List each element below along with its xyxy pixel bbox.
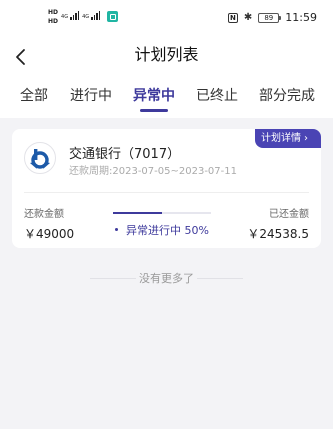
plan-detail-label: 计划详情 (261, 133, 301, 144)
nfc-icon: N (227, 12, 238, 23)
signal-icon: 4G (61, 11, 80, 20)
plan-detail-button[interactable]: 计划详情 › (255, 129, 321, 148)
status-dot-icon (115, 227, 119, 231)
repay-amount-label: 还款金额 (24, 209, 64, 220)
divider (24, 192, 309, 193)
repay-amount-value: ￥49000 (24, 227, 75, 241)
progress-bar (113, 212, 211, 214)
progress-fill (113, 212, 162, 214)
bank-logo-icon (24, 142, 56, 174)
status-progress-text: 异常进行中 50% (126, 224, 209, 237)
no-more-text: 没有更多了 (139, 272, 194, 285)
plan-card[interactable]: 计划详情 › 交通银行（7017） 还款周期:2023-07-05~2023-07… (12, 129, 321, 248)
status-bar-right: N ✱ 89 11:59 (227, 11, 317, 24)
hd-indicator-2: HD (48, 18, 59, 25)
status-bar-left: HD HD 4G 4G (48, 9, 119, 26)
tab-in-progress[interactable]: 进行中 (70, 86, 112, 106)
repayment-period: 还款周期:2023-07-05~2023-07-11 (69, 165, 237, 179)
bluetooth-icon: ✱ (243, 12, 253, 23)
tab-terminated[interactable]: 已终止 (196, 86, 238, 106)
nav-header: 计划列表 (0, 38, 333, 76)
network-type-1: 4G (61, 14, 69, 20)
status-bar: HD HD 4G 4G N ✱ 89 11:59 (0, 0, 333, 38)
tab-abnormal[interactable]: 异常中 (133, 86, 175, 106)
battery-icon: 89 (258, 12, 282, 23)
page-title: 计划列表 (134, 45, 199, 64)
period-value: 2023-07-05~2023-07-11 (112, 166, 237, 177)
hd-indicator-1: HD (48, 9, 59, 16)
signal-icon-2: 4G (82, 11, 101, 20)
chevron-right-icon: › (304, 133, 308, 144)
paid-amount-value: ￥24538.5 (247, 227, 309, 241)
tab-all[interactable]: 全部 (20, 86, 48, 106)
paid-amount-label: 已还金额 (269, 209, 309, 220)
bank-name: 交通银行（7017） (69, 147, 181, 162)
tab-partially-complete[interactable]: 部分完成 (259, 86, 315, 106)
network-type-2: 4G (82, 14, 90, 20)
status-progress: 异常进行中 50% (113, 222, 211, 238)
period-label: 还款周期: (69, 166, 113, 177)
status-time: 11:59 (285, 11, 317, 24)
active-tab-indicator (140, 109, 168, 112)
app-notification-icon (107, 11, 119, 22)
divider-right (197, 278, 243, 279)
